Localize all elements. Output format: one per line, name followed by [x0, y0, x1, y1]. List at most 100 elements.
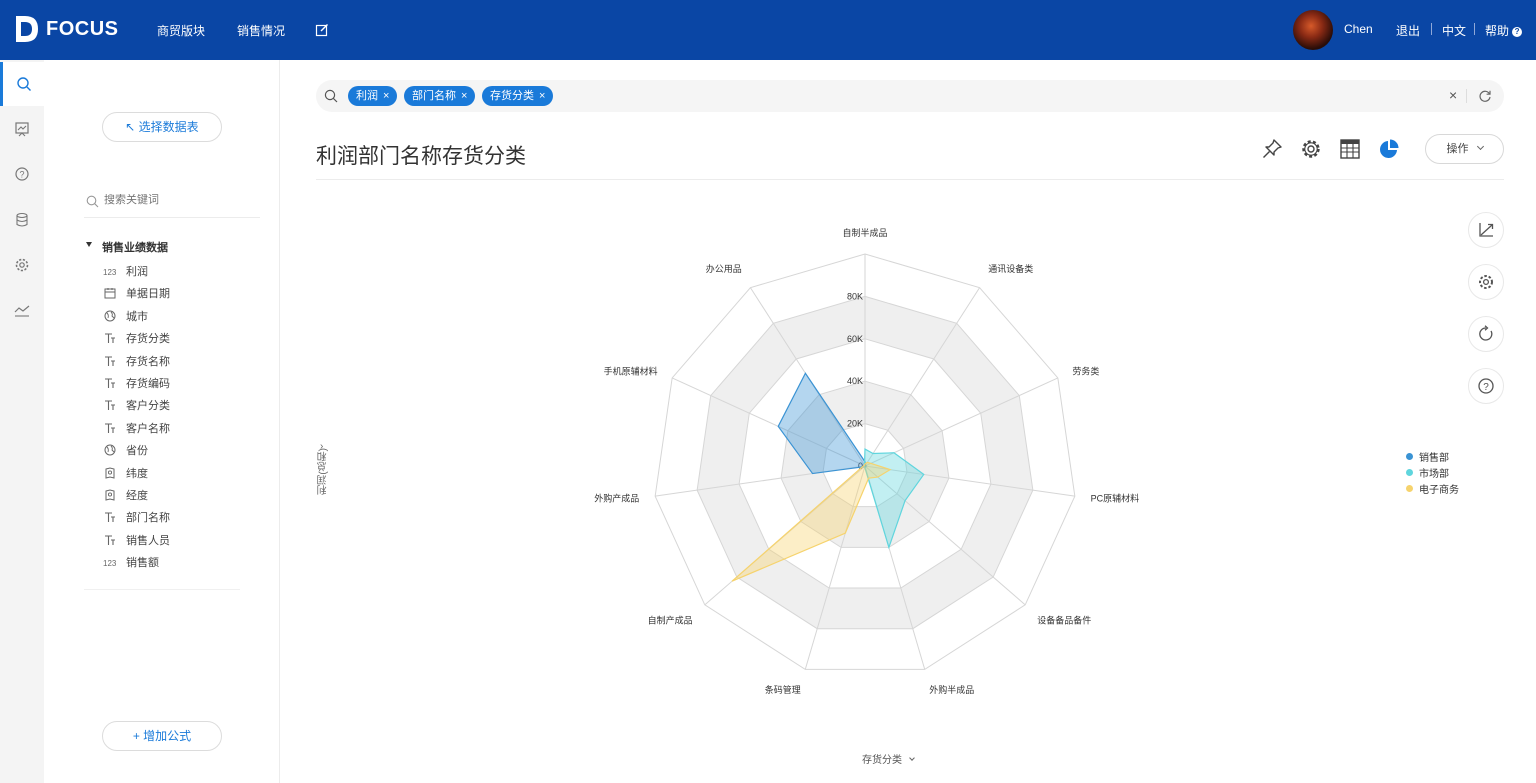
field-item[interactable]: 城市 [102, 308, 148, 324]
category-label: 条码管理 [765, 684, 801, 695]
nav-item-sales[interactable]: 销售情况 [237, 22, 285, 39]
field-item[interactable]: 客户分类 [102, 397, 170, 413]
field-item[interactable]: 部门名称 [102, 509, 170, 525]
edit-icon[interactable] [315, 23, 329, 37]
focus-logo[interactable]: FOCUS [14, 14, 119, 44]
logout-link[interactable]: 退出 [1396, 22, 1420, 39]
token-close-icon[interactable]: × [461, 86, 467, 106]
field-item[interactable]: 销售人员 [102, 532, 170, 548]
field-item[interactable]: 单据日期 [102, 285, 170, 301]
x-axis-label[interactable]: 存货分类 [862, 751, 915, 766]
category-label: 自制半成品 [842, 227, 887, 238]
add-formula-button[interactable]: + 增加公式 [102, 721, 222, 751]
legend-dot-icon [1406, 452, 1413, 460]
text-type-icon [102, 510, 118, 524]
field-item[interactable]: 客户名称 [102, 420, 170, 436]
legend-label: 市场部 [1419, 468, 1449, 480]
search-token[interactable]: 部门名称 × [404, 86, 476, 106]
divider [1431, 23, 1432, 35]
operate-button[interactable]: 操作 [1425, 134, 1504, 164]
rail-database[interactable] [0, 198, 44, 242]
reset-button[interactable] [1468, 316, 1504, 352]
field-item[interactable]: 存货编码 [102, 375, 170, 391]
help-icon: ? [15, 167, 29, 181]
coordinate-icon [102, 466, 118, 480]
divider [1474, 23, 1475, 35]
field-item[interactable]: 省份 [102, 442, 148, 458]
category-label: 办公用品 [706, 263, 742, 274]
logo-mark-icon [14, 14, 40, 44]
pin-icon[interactable] [1261, 138, 1283, 160]
nav-item-trade[interactable]: 商贸版块 [157, 22, 205, 39]
table-view-icon[interactable] [1339, 138, 1361, 160]
table-name[interactable]: 销售业绩数据 [102, 239, 168, 255]
field-label: 省份 [126, 445, 148, 458]
rail-help[interactable]: ? [0, 152, 44, 196]
number-type-icon: 123 [102, 555, 118, 569]
svg-text:123: 123 [103, 559, 117, 567]
token-close-icon[interactable]: × [539, 86, 545, 106]
clear-search-icon[interactable]: × [1449, 87, 1457, 103]
field-item[interactable]: 存货名称 [102, 353, 170, 369]
pie-chart-icon[interactable] [1378, 138, 1400, 160]
field-label: 存货名称 [126, 355, 170, 368]
legend-item[interactable]: 销售部 [1406, 448, 1459, 464]
top-bar: FOCUS 商贸版块 销售情况 Chen 退出 中文 帮助? [0, 0, 1536, 60]
radial-tick-label: 60K [847, 334, 863, 344]
rail-search[interactable] [0, 62, 44, 106]
language-switch[interactable]: 中文 [1442, 22, 1466, 39]
rail-trend[interactable] [0, 288, 44, 332]
field-label: 销售人员 [126, 534, 170, 547]
chart-help-button[interactable]: ? [1468, 368, 1504, 404]
data-panel: ↖ 选择数据表 销售业绩数据 123 利润单据日期城市存货分类存货名称存货编码客户… [44, 60, 280, 783]
svg-text:?: ? [19, 170, 24, 180]
coordinate-icon [102, 488, 118, 502]
text-type-icon [102, 421, 118, 435]
search-bar[interactable]: 利润 × 部门名称 × 存货分类 × × [316, 80, 1504, 112]
text-type-icon [102, 398, 118, 412]
field-label: 单据日期 [126, 288, 170, 301]
field-item[interactable]: 123 利润 [102, 263, 148, 279]
field-search-input[interactable] [104, 194, 254, 206]
token-label: 部门名称 [412, 90, 456, 102]
settings-icon[interactable] [1300, 138, 1322, 160]
help-icon: ? [1478, 378, 1494, 394]
expand-arrow-icon[interactable] [86, 242, 92, 247]
trend-icon [14, 305, 30, 317]
field-item[interactable]: 123 销售额 [102, 554, 159, 570]
token-label: 存货分类 [490, 90, 534, 102]
search-token[interactable]: 存货分类 × [482, 86, 554, 106]
globe-icon [102, 443, 118, 457]
field-item[interactable]: 纬度 [102, 465, 148, 481]
rail-dashboard[interactable] [0, 107, 44, 151]
field-item[interactable]: 存货分类 [102, 330, 170, 346]
token-close-icon[interactable]: × [383, 86, 389, 106]
calendar-icon [102, 286, 118, 300]
search-icon [86, 195, 99, 213]
search-token[interactable]: 利润 × [348, 86, 398, 106]
divider [84, 589, 240, 590]
axis-settings-button[interactable] [1468, 212, 1504, 248]
category-label: 通讯设备类 [988, 263, 1033, 274]
y-axis-label[interactable]: 利润(总和) [316, 448, 331, 495]
refresh-icon[interactable] [1478, 89, 1492, 108]
select-table-button[interactable]: ↖ 选择数据表 [102, 112, 222, 142]
avatar[interactable] [1293, 10, 1333, 50]
user-name[interactable]: Chen [1344, 22, 1373, 36]
help-link[interactable]: 帮助? [1485, 22, 1523, 39]
svg-text:123: 123 [103, 268, 117, 276]
rail-settings[interactable] [0, 243, 44, 287]
chart-settings-button[interactable] [1468, 264, 1504, 300]
settings-icon [1479, 275, 1493, 289]
legend-item[interactable]: 电子商务 [1406, 480, 1459, 496]
category-label: 外购产成品 [594, 492, 639, 503]
icon-rail: ? [0, 60, 44, 783]
divider [316, 179, 1504, 180]
text-type-icon [102, 533, 118, 547]
legend-item[interactable]: 市场部 [1406, 464, 1459, 480]
field-item[interactable]: 经度 [102, 487, 148, 503]
refresh-icon [1479, 325, 1493, 341]
field-label: 纬度 [126, 467, 148, 480]
globe-icon [102, 309, 118, 323]
text-type-icon [102, 376, 118, 390]
